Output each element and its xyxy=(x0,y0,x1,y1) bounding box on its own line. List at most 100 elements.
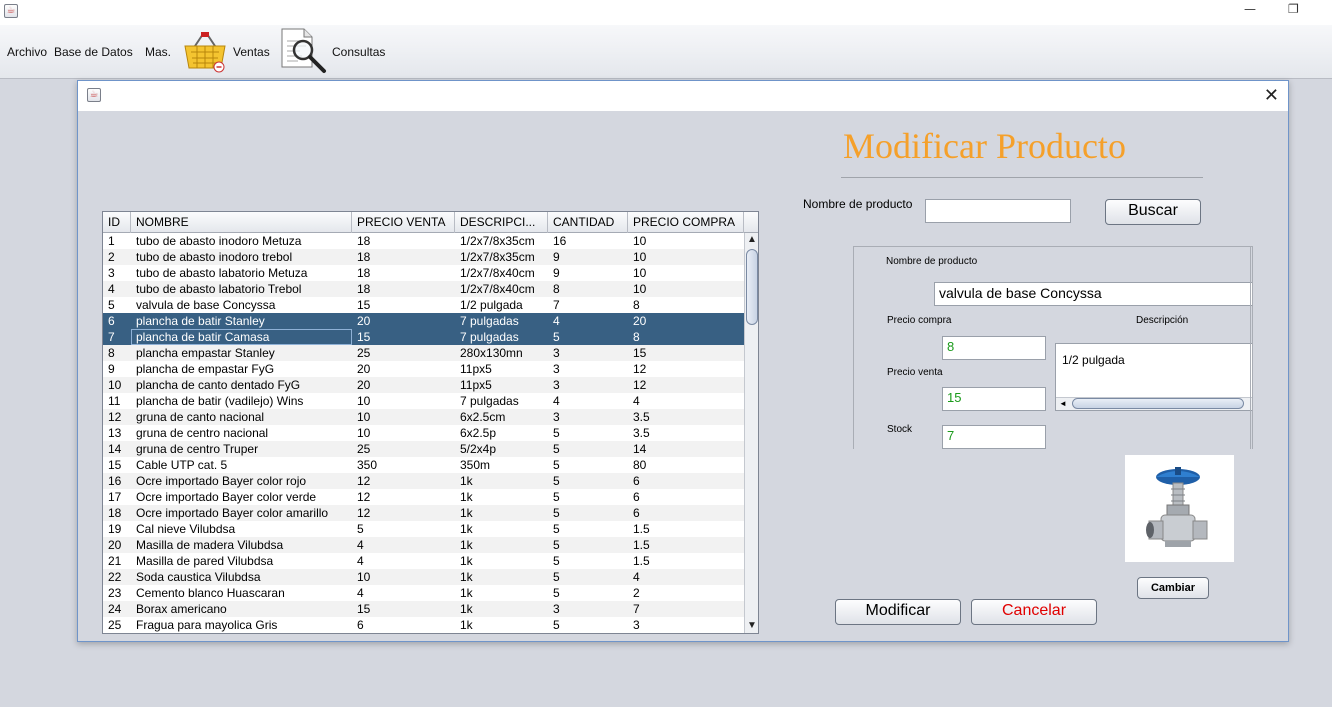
column-header-cantidad[interactable]: CANTIDAD xyxy=(548,212,628,233)
precio-compra-field[interactable]: 8 xyxy=(942,336,1046,360)
table-cell: 3 xyxy=(108,266,115,280)
menu-consultas[interactable]: Consultas xyxy=(332,45,385,59)
table-row[interactable]: 3 tubo de abasto labatorio Metuza 18 1/2x7/… xyxy=(103,265,744,281)
descripcion-horizontal-scrollbar[interactable]: ◄ xyxy=(1056,397,1252,410)
table-row[interactable]: 6 plancha de batir Stanley 20 7 pulgadas 4 20 xyxy=(103,313,744,329)
table-row[interactable]: 14 gruna de centro Truper 25 5/2x4p 5 14 xyxy=(103,441,744,457)
scroll-down-icon[interactable]: ▼ xyxy=(745,619,758,633)
buscar-button[interactable]: Buscar xyxy=(1105,199,1201,225)
table-cell: 4 xyxy=(357,538,364,552)
table-cell: 18 xyxy=(357,282,371,296)
table-cell: 5 xyxy=(553,522,560,536)
table-vertical-scrollbar[interactable]: ▲ ▼ xyxy=(744,233,758,633)
table-row[interactable]: 10 plancha de canto dentado FyG 20 11px5 3 12 xyxy=(103,377,744,393)
table-row[interactable]: 23 Cemento blanco Huascaran 4 1k 5 2 xyxy=(103,585,744,601)
table-row[interactable]: 11 plancha de batir (vadilejo) Wins 10 7 pu… xyxy=(103,393,744,409)
table-cell: 10 xyxy=(357,394,371,408)
table-cell: 7 xyxy=(108,330,115,344)
menu-ventas[interactable]: Ventas xyxy=(233,45,270,59)
table-cell: 1.5 xyxy=(633,538,650,552)
table-row[interactable]: 5 valvula de base Concyssa 15 1/2 pulgada 7 8 xyxy=(103,297,744,313)
table-row[interactable]: 2 tubo de abasto inodoro trebol 18 1/2x7/8x… xyxy=(103,249,744,265)
table-row[interactable]: 12 gruna de canto nacional 10 6x2.5cm 3 3.5 xyxy=(103,409,744,425)
table-body[interactable]: 1 tubo de abasto inodoro Metuza 18 1/2x7/8x… xyxy=(103,233,744,633)
table-cell: 25 xyxy=(108,618,122,632)
scroll-thumb[interactable] xyxy=(746,249,758,325)
table-row[interactable]: 25 Fragua para mayolica Gris 6 1k 5 3 xyxy=(103,617,744,633)
document-magnifier-icon[interactable] xyxy=(280,27,328,78)
table-row[interactable]: 18 Ocre importado Bayer color amarillo 12 1… xyxy=(103,505,744,521)
table-cell: 18 xyxy=(108,506,122,520)
table-row[interactable]: 21 Masilla de pared Vilubdsa 4 1k 5 1.5 xyxy=(103,553,744,569)
scroll-left-icon[interactable]: ◄ xyxy=(1059,398,1067,409)
table-cell: 1/2x7/8x40cm xyxy=(460,282,535,296)
table-cell: 7 pulgadas xyxy=(460,330,519,344)
scroll-up-icon[interactable]: ▲ xyxy=(745,233,758,247)
column-header-descripcion[interactable]: DESCRIPCI... xyxy=(455,212,548,233)
search-input[interactable] xyxy=(925,199,1071,223)
column-header-nombre[interactable]: NOMBRE xyxy=(131,212,352,233)
table-cell: 18 xyxy=(357,234,371,248)
close-icon[interactable]: ✕ xyxy=(1264,85,1279,106)
table-cell: 20 xyxy=(633,314,647,328)
menu-bar: Archivo Base de Datos Mas. Ventas Consul… xyxy=(0,25,1332,79)
table-cell: 5 xyxy=(108,298,115,312)
table-cell: 15 xyxy=(633,346,647,360)
table-row[interactable]: 8 plancha empastar Stanley 25 280x130mn 3 15 xyxy=(103,345,744,361)
table-cell: 10 xyxy=(633,282,647,296)
table-cell: 10 xyxy=(108,378,122,392)
column-header-precio-compra[interactable]: PRECIO COMPRA xyxy=(628,212,744,233)
table-cell: 3 xyxy=(553,410,560,424)
table-row[interactable]: 22 Soda caustica Vilubdsa 10 1k 5 4 xyxy=(103,569,744,585)
modificar-button[interactable]: Modificar xyxy=(835,599,961,625)
menu-base-de-datos[interactable]: Base de Datos xyxy=(54,45,133,59)
table-cell: 3 xyxy=(553,362,560,376)
products-table[interactable]: ID NOMBRE PRECIO VENTA DESCRIPCI... CANTIDAD… xyxy=(102,211,759,634)
table-row[interactable]: 19 Cal nieve Vilubdsa 5 1k 5 1.5 xyxy=(103,521,744,537)
shopping-basket-icon[interactable] xyxy=(183,30,227,77)
table-cell: Ocre importado Bayer color verde xyxy=(136,490,317,504)
maximize-button[interactable]: ❐ xyxy=(1288,2,1299,16)
table-row[interactable]: 16 Ocre importado Bayer color rojo 12 1k 5 6 xyxy=(103,473,744,489)
table-cell: 10 xyxy=(633,234,647,248)
table-row[interactable]: 9 plancha de empastar FyG 20 11px5 3 12 xyxy=(103,361,744,377)
table-row[interactable]: 4 tubo de abasto labatorio Trebol 18 1/2x7/… xyxy=(103,281,744,297)
minimize-button[interactable]: — xyxy=(1244,2,1256,16)
table-cell: 20 xyxy=(357,314,371,328)
stock-field[interactable]: 7 xyxy=(942,425,1046,449)
table-cell: 6x2.5cm xyxy=(460,410,506,424)
modificar-producto-dialog: ☕ ✕ ID NOMBRE PRECIO VENTA DESCRIPCI... CANT… xyxy=(77,80,1289,642)
descripcion-textarea[interactable]: 1/2 pulgada ◄ xyxy=(1055,343,1252,411)
scroll-thumb[interactable] xyxy=(1072,398,1244,409)
table-cell: 4 xyxy=(553,314,560,328)
table-row[interactable]: 15 Cable UTP cat. 5 350 350m 5 80 xyxy=(103,457,744,473)
menu-archivo[interactable]: Archivo xyxy=(7,45,47,59)
precio-venta-label: Precio venta xyxy=(887,367,943,378)
table-cell: 5 xyxy=(553,554,560,568)
cambiar-button[interactable]: Cambiar xyxy=(1137,577,1209,599)
table-cell: 350 xyxy=(357,458,378,472)
table-cell: 1/2x7/8x35cm xyxy=(460,234,535,248)
table-cell: 1k xyxy=(460,490,473,504)
column-header-id[interactable]: ID xyxy=(103,212,131,233)
table-cell: Borax americano xyxy=(136,602,227,616)
table-row[interactable]: 13 gruna de centro nacional 10 6x2.5p 5 3.5 xyxy=(103,425,744,441)
table-row[interactable]: 20 Masilla de madera Vilubdsa 4 1k 5 1.5 xyxy=(103,537,744,553)
cancelar-button[interactable]: Cancelar xyxy=(971,599,1097,625)
table-cell: 5 xyxy=(553,618,560,632)
table-cell: 1 xyxy=(108,234,115,248)
table-cell: plancha de empastar FyG xyxy=(136,362,275,376)
table-cell: 1k xyxy=(460,554,473,568)
table-cell: 1k xyxy=(460,506,473,520)
table-row[interactable]: 24 Borax americano 15 1k 3 7 xyxy=(103,601,744,617)
cell-focus-outline xyxy=(131,329,352,345)
table-row[interactable]: 1 tubo de abasto inodoro Metuza 18 1/2x7/8x… xyxy=(103,233,744,249)
table-row[interactable]: 7 plancha de batir Camasa 15 7 pulgadas 5 8 xyxy=(103,329,744,345)
table-cell: 6 xyxy=(108,314,115,328)
table-row[interactable]: 17 Ocre importado Bayer color verde 12 1k 5 6 xyxy=(103,489,744,505)
menu-mas[interactable]: Mas. xyxy=(145,45,171,59)
product-name-field[interactable]: valvula de base Concyssa xyxy=(934,282,1252,306)
table-cell: 5 xyxy=(553,506,560,520)
column-header-precio-venta[interactable]: PRECIO VENTA xyxy=(352,212,455,233)
precio-venta-field[interactable]: 15 xyxy=(942,387,1046,411)
